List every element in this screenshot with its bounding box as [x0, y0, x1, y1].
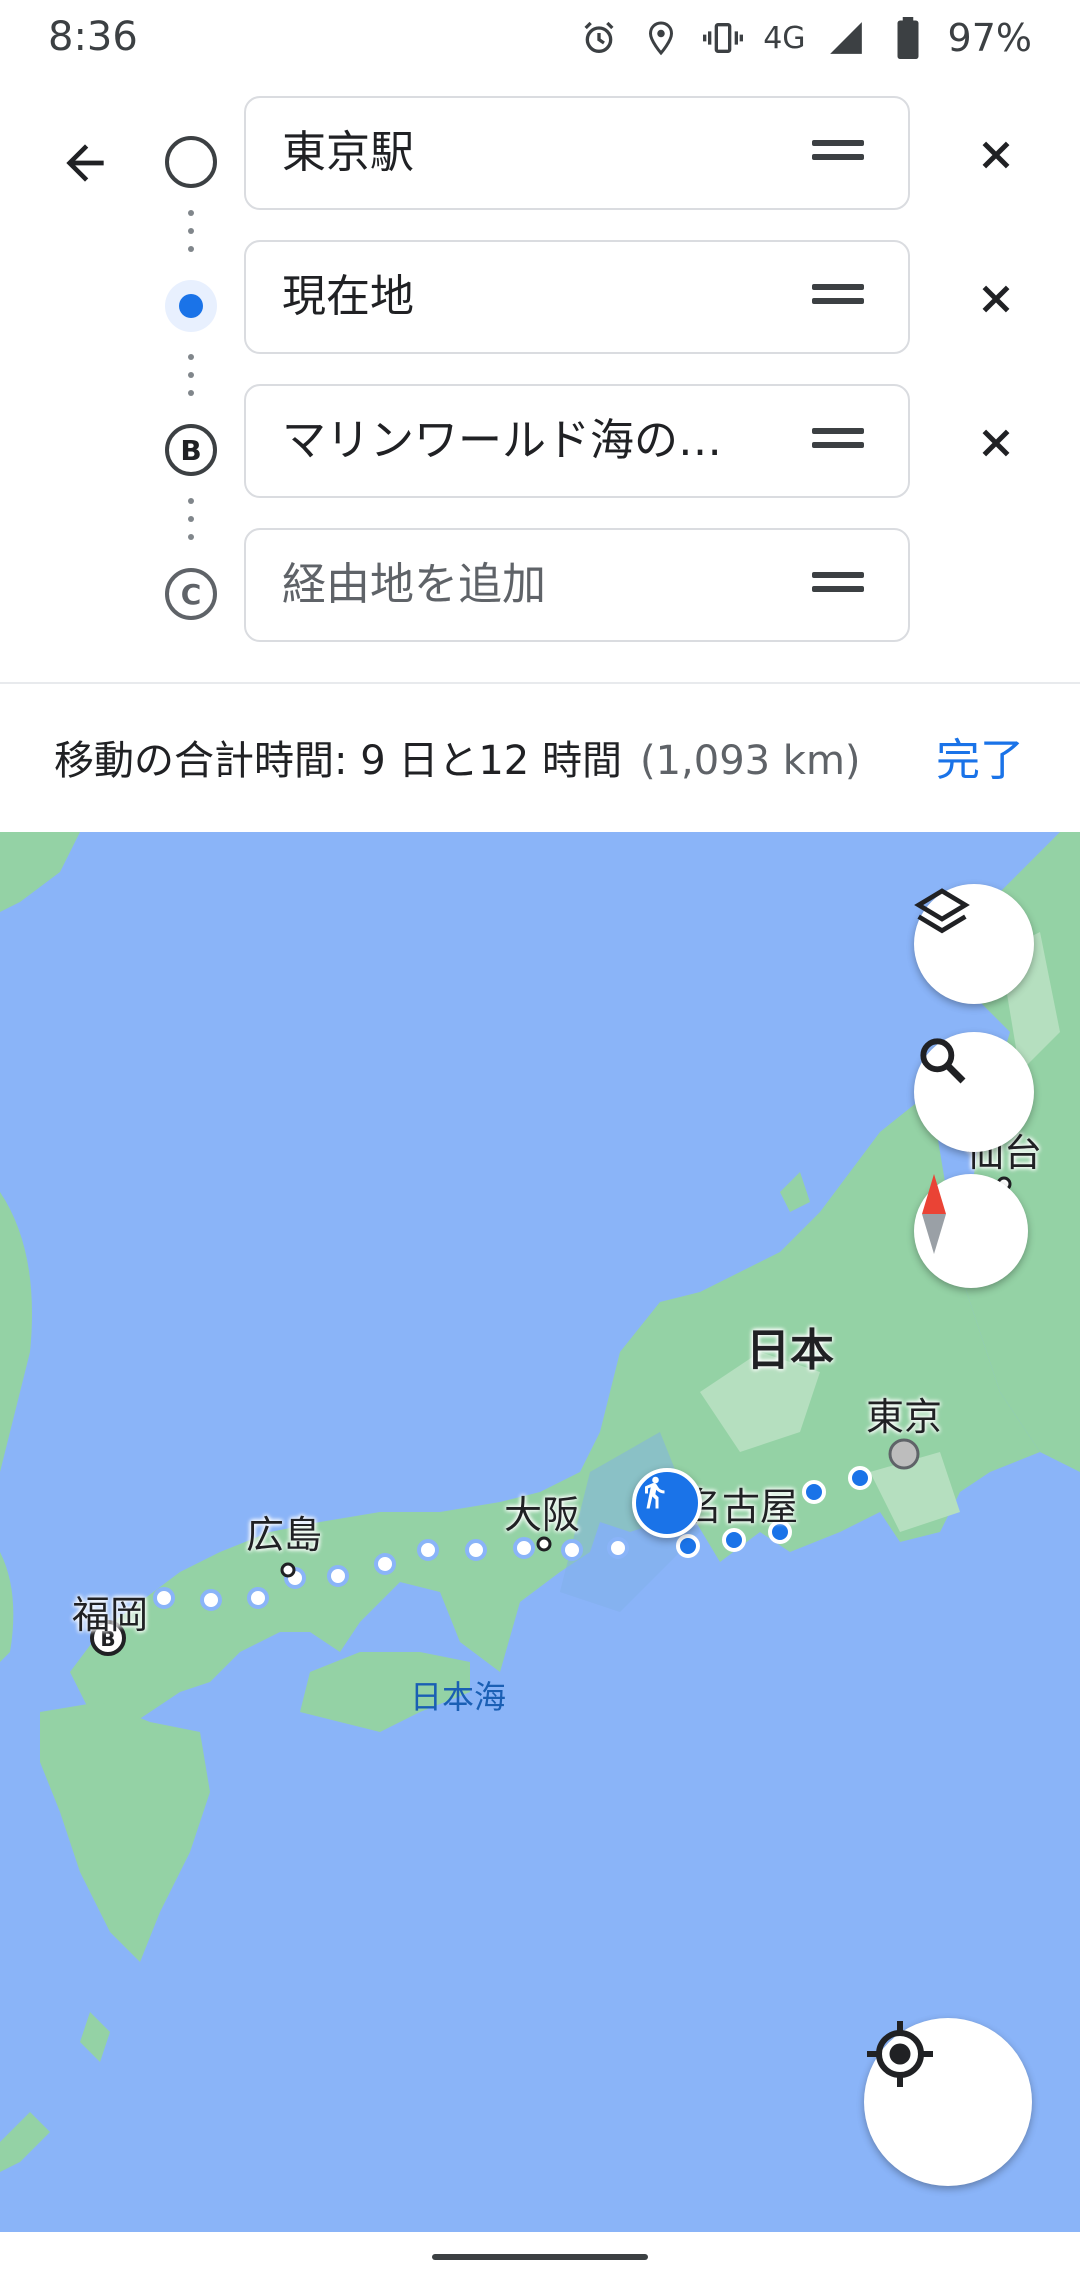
total-distance: (1,093 km)	[639, 738, 861, 784]
waypoint-text: 現在地	[282, 271, 414, 322]
status-icons: 4G 97%	[577, 14, 1032, 62]
compass-button[interactable]	[914, 1174, 1028, 1288]
signal-icon	[824, 16, 868, 60]
waypoint-text: 東京駅	[282, 127, 414, 178]
battery-percent: 97%	[947, 16, 1032, 60]
city-label-tokyo: 東京	[866, 1395, 943, 1439]
walk-mode-marker[interactable]	[632, 1468, 702, 1538]
arrow-back-icon	[66, 144, 104, 182]
remove-destination-button[interactable]	[966, 413, 1026, 473]
trip-summary: 移動の合計時間: 9 日と12 時間 (1,093 km) 完了	[0, 684, 1080, 832]
network-type: 4G	[763, 20, 806, 56]
status-time: 8:36	[48, 14, 138, 60]
marker-b-icon: B	[163, 422, 219, 478]
drag-handle-icon[interactable]	[812, 284, 864, 310]
marker-c-letter: C	[181, 578, 202, 611]
marker-c-icon: C	[163, 566, 219, 622]
waypoint-field-destination[interactable]: マリンワールド海の…	[244, 384, 910, 498]
add-stop-field[interactable]: 経由地を追加	[244, 528, 910, 642]
current-location-dot-icon	[163, 278, 219, 334]
search-along-route-button[interactable]	[914, 1032, 1034, 1152]
alarm-icon	[577, 16, 621, 60]
remove-current-button[interactable]	[966, 269, 1026, 329]
done-button[interactable]: 完了	[936, 724, 1024, 788]
marker-b-letter: B	[180, 434, 201, 467]
city-label-osaka: 大阪	[504, 1493, 581, 1537]
location-icon	[639, 16, 683, 60]
directions-panel: 東京駅 現在地 B マリンワールド海の… C 経由地を追加	[0, 76, 1080, 682]
my-location-button[interactable]	[864, 2018, 1032, 2186]
add-stop-placeholder: 経由地を追加	[282, 559, 546, 610]
close-icon	[982, 429, 1010, 457]
waypoint-field-origin[interactable]: 東京駅	[244, 96, 910, 210]
drag-handle-icon[interactable]	[812, 428, 864, 454]
walk-icon	[645, 1476, 665, 1509]
total-time-text: 移動の合計時間: 9 日と12 時間 (1,093 km)	[54, 728, 861, 786]
my-location-icon	[867, 2021, 933, 2087]
map-view[interactable]: B 日本海 日本 東京 名古屋 大阪 広島 福岡 仙台	[0, 832, 1080, 2232]
system-nav-bar	[0, 2232, 1080, 2280]
city-label-hiroshima: 広島	[246, 1513, 323, 1557]
sea-of-japan-label: 日本海	[410, 1678, 507, 1716]
waypoint-field-current[interactable]: 現在地	[244, 240, 910, 354]
vibrate-icon	[701, 16, 745, 60]
total-time-label: 移動の合計時間: 9 日と12 時間	[54, 738, 622, 784]
status-bar: 8:36 4G 97%	[0, 0, 1080, 76]
home-gesture-handle[interactable]	[432, 2254, 648, 2260]
search-icon	[920, 1038, 966, 1084]
compass-icon	[922, 1174, 946, 1254]
country-label: 日本	[746, 1325, 834, 1376]
close-icon	[982, 141, 1010, 169]
drag-handle-icon[interactable]	[812, 140, 864, 166]
drag-handle-icon[interactable]	[812, 572, 864, 598]
remove-origin-button[interactable]	[966, 125, 1026, 185]
back-button[interactable]	[50, 128, 120, 198]
layers-icon	[914, 888, 970, 934]
city-label-fukuoka: 福岡	[72, 1593, 149, 1637]
layers-button[interactable]	[914, 884, 1034, 1004]
close-icon	[982, 285, 1010, 313]
origin-circle-icon	[163, 134, 219, 190]
waypoint-text: マリンワールド海の…	[282, 415, 722, 466]
battery-icon	[886, 16, 930, 60]
